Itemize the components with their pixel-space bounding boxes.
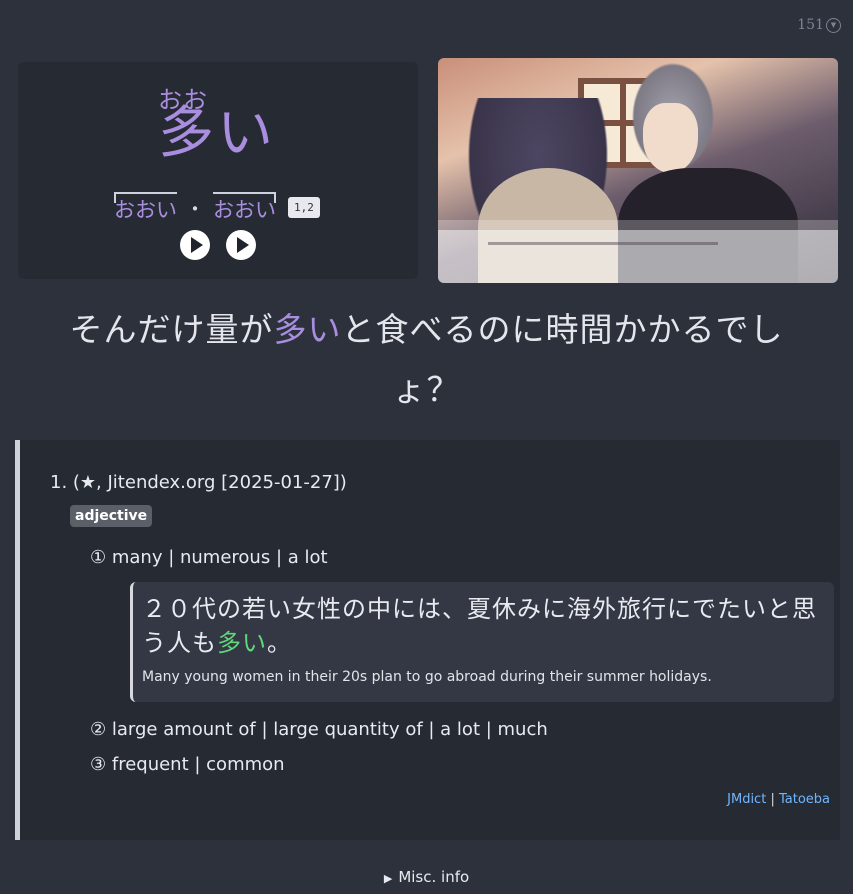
sentence-before: そんだけ量が — [69, 310, 274, 349]
pitch-accent-row: おおい ・ おおい 1,2 — [114, 190, 320, 224]
misc-info-toggle[interactable]: ▶ Misc. info — [0, 868, 853, 886]
character-face — [643, 103, 698, 173]
misc-info-label: Misc. info — [398, 868, 470, 886]
dialogue-box — [438, 230, 838, 283]
card-count: 151 — [797, 17, 824, 33]
pitch-separator: ・ — [185, 196, 205, 221]
example-jp-highlight: 多い — [217, 629, 267, 657]
game-screenshot — [438, 58, 838, 283]
pitch-number-badge: 1,2 — [288, 196, 320, 218]
jmdict-link[interactable]: JMdict — [727, 792, 766, 807]
play-audio-icon[interactable] — [180, 230, 210, 260]
example-block: ２０代の若い女性の中には、夏休みに海外旅行にでたいと思う人も多い。 Many y… — [130, 582, 834, 702]
sentence-target-word: 多い — [273, 310, 342, 349]
card-counter: 151 ▼ — [797, 17, 841, 33]
example-english: Many young women in their 20s plan to go… — [142, 669, 712, 685]
gloss-2: ② large amount of | large quantity of | … — [90, 719, 548, 740]
sentence-after: と食べるのに時間かかるでしょ？ — [341, 310, 784, 409]
source-separator: | — [766, 792, 779, 807]
example-japanese: ２０代の若い女性の中には、夏休みに海外旅行にでたいと思う人も多い。 — [142, 592, 832, 660]
definition-header: 1. (★, Jitendex.org [2025-01-27]) — [50, 472, 347, 493]
dictionary-sources: JMdict | Tatoeba — [727, 792, 830, 807]
gloss-1: ① many | numerous | a lot — [90, 547, 328, 568]
play-sentence-audio-icon[interactable] — [226, 230, 256, 260]
audio-buttons — [180, 230, 256, 260]
definitions-section: 1. (★, Jitendex.org [2025-01-27]) adject… — [15, 440, 840, 840]
dialogue-text-line — [488, 242, 718, 245]
pitch-accent-odaka: おおい — [213, 190, 276, 224]
chevron-down-icon[interactable]: ▼ — [826, 17, 841, 33]
word-card: おお 多い おおい ・ おおい 1,2 — [18, 62, 418, 279]
pitch-accent-heiban: おおい — [114, 190, 177, 224]
name-bar — [438, 220, 838, 230]
pitch-text-a: おおい — [114, 192, 177, 224]
disclosure-triangle-icon: ▶ — [383, 872, 393, 885]
example-jp-after: 。 — [267, 629, 292, 657]
part-of-speech-tag: adjective — [70, 505, 153, 527]
expression: 多い — [158, 101, 276, 166]
example-sentence: そんだけ量が多いと食べるのに時間かかるでしょ？ — [40, 300, 813, 420]
gloss-3: ③ frequent | common — [90, 754, 285, 775]
pitch-text-b: おおい — [213, 192, 276, 224]
tatoeba-link[interactable]: Tatoeba — [779, 792, 830, 807]
